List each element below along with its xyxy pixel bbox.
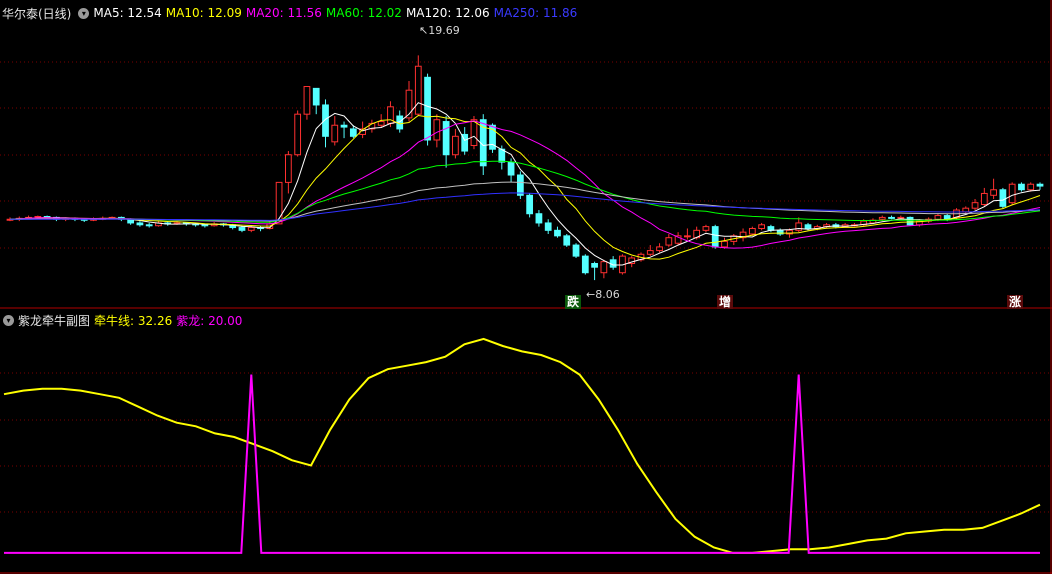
main-chart-header: 华尔泰(日线) ▾ MA5: 12.54 MA10: 12.09 MA20: 1… xyxy=(2,4,581,22)
candle-body xyxy=(591,263,598,268)
candle-body xyxy=(201,224,209,227)
candle-body xyxy=(145,224,153,227)
candle-body xyxy=(684,235,691,238)
candle-body xyxy=(999,189,1007,207)
chevron-down-icon[interactable]: ▾ xyxy=(78,7,90,19)
candle-body xyxy=(1018,183,1025,191)
candle-body xyxy=(554,229,561,237)
candle-body xyxy=(377,121,385,126)
candle-body xyxy=(414,65,422,115)
candle-body xyxy=(303,86,311,115)
candle-body xyxy=(136,222,144,226)
arrow-icon: ← xyxy=(586,288,596,301)
candle-body xyxy=(433,119,441,141)
signal-marker-zhang: 涨 xyxy=(1007,295,1024,309)
ma20-line xyxy=(9,120,1041,249)
candle-body xyxy=(34,215,42,218)
candle-body xyxy=(906,216,914,226)
candle-body xyxy=(888,216,895,219)
candle-body xyxy=(535,213,543,224)
candle-body xyxy=(878,216,886,220)
stock-chart xyxy=(0,0,1052,574)
candle-body xyxy=(897,216,905,219)
signal-marker-zeng: 增 xyxy=(717,295,734,309)
ma250-line xyxy=(9,192,1041,221)
grid-lines xyxy=(0,61,1052,513)
ma5-line xyxy=(9,102,1041,266)
candle-body xyxy=(238,227,246,231)
candle-body xyxy=(934,215,942,220)
indicator-lines xyxy=(3,337,1041,554)
candle-body xyxy=(962,207,970,213)
candle-body xyxy=(247,227,255,231)
candle-body xyxy=(340,124,348,128)
ma5-label: MA5: 12.54 xyxy=(93,6,162,20)
candle-body xyxy=(1036,183,1044,187)
candle-body xyxy=(563,235,571,246)
high-price-value: 19.69 xyxy=(428,24,460,37)
candle-body xyxy=(1027,183,1035,191)
candle-body xyxy=(424,76,431,141)
candle-body xyxy=(572,244,580,257)
candlestick-series xyxy=(6,55,1044,281)
candle-body xyxy=(600,261,608,274)
sub-chart-header: ▾ 紫龙牵牛副图 牵牛线: 32.26 紫龙: 20.00 xyxy=(2,311,246,329)
candle-body xyxy=(294,113,302,156)
ma250-label: MA250: 11.86 xyxy=(493,6,578,20)
ma20-label: MA20: 11.56 xyxy=(245,6,322,20)
candle-body xyxy=(702,226,710,231)
candle-body xyxy=(646,250,654,255)
candle-body xyxy=(721,240,728,248)
ma120-label: MA120: 12.06 xyxy=(405,6,490,20)
candle-body xyxy=(1008,183,1016,204)
candle-body xyxy=(442,121,450,156)
candle-body xyxy=(748,227,756,235)
chevron-down-icon[interactable]: ▾ xyxy=(3,314,14,326)
panel-frames xyxy=(0,0,1052,574)
signal-marker-die: 跌 xyxy=(565,295,582,309)
high-price-annotation: ↖19.69 xyxy=(419,24,460,37)
arrow-icon: ↖ xyxy=(419,24,429,37)
candle-body xyxy=(285,154,292,183)
candle-body xyxy=(507,161,515,176)
candle-body xyxy=(711,226,719,248)
moving-average-lines xyxy=(9,102,1041,266)
candle-body xyxy=(526,194,534,215)
candle-body xyxy=(758,224,765,229)
zilong-label: 紫龙: 20.00 xyxy=(176,313,243,328)
stock-title[interactable]: 华尔泰(日线) xyxy=(2,5,71,22)
qianniu-line xyxy=(3,337,1041,554)
ma10-label: MA10: 12.09 xyxy=(165,6,242,20)
candle-body xyxy=(665,237,673,246)
candle-body xyxy=(990,189,997,196)
ma120-line xyxy=(9,181,1041,222)
low-price-annotation: ←8.06 xyxy=(586,288,620,301)
qianniu-label: 牵牛线: 32.26 xyxy=(94,313,173,328)
candle-body xyxy=(581,255,589,274)
candle-body xyxy=(544,222,552,231)
candle-body xyxy=(656,246,663,252)
candle-body xyxy=(516,174,524,196)
ma60-label: MA60: 12.02 xyxy=(325,6,402,20)
candle-body xyxy=(312,87,320,106)
candle-body xyxy=(470,119,478,147)
candle-body xyxy=(349,128,357,137)
zilong-line xyxy=(4,374,1040,554)
indicator-title[interactable]: 紫龙牵牛副图 xyxy=(18,312,90,329)
candle-body xyxy=(971,202,979,209)
candle-body xyxy=(980,192,988,206)
candle-body xyxy=(804,224,812,229)
candle-body xyxy=(331,124,339,143)
low-price-value: 8.06 xyxy=(595,288,620,301)
candle-body xyxy=(452,135,459,156)
